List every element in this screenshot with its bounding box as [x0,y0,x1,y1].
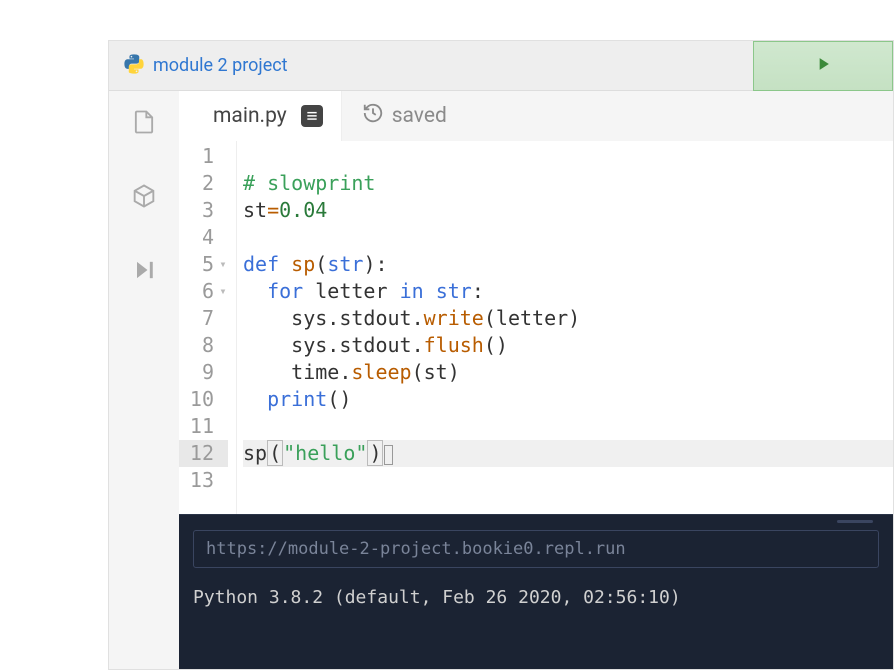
saved-label: saved [392,104,447,128]
body-row: main.py saved 12345▾6▾78910111213 # slow… [109,91,893,669]
header-bar: module 2 project [109,41,893,91]
history-icon [362,102,384,130]
code-line[interactable]: sys.stdout.flush() [243,332,893,359]
code-line[interactable]: # slowprint [243,170,893,197]
code-line[interactable]: sp("hello") [243,440,893,467]
line-number: 7 [179,305,228,332]
terminal-line: Python 3.8.2 (default, Feb 26 2020, 02:5… [193,584,879,612]
terminal-url-input[interactable]: https://module-2-project.bookie0.repl.ru… [193,530,879,568]
line-number: 5▾ [179,251,228,278]
tabs-row: main.py saved [179,91,893,141]
terminal-panel: https://module-2-project.bookie0.repl.ru… [179,514,893,669]
line-number: 1 [179,143,228,170]
saved-status: saved [342,102,447,130]
ide-panel: module 2 project main.py [108,40,894,670]
debugger-icon[interactable] [127,253,161,287]
play-icon [813,54,833,78]
terminal-output[interactable]: Python 3.8.2 (default, Feb 26 2020, 02:5… [179,580,893,616]
file-tab[interactable]: main.py [179,91,342,141]
tab-menu-icon[interactable] [301,105,323,127]
file-tab-label: main.py [213,104,287,128]
run-button[interactable] [753,41,893,91]
code-line[interactable]: time.sleep(st) [243,359,893,386]
line-number: 12 [179,440,228,467]
code-line[interactable]: st=0.04 [243,197,893,224]
code-editor[interactable]: 12345▾6▾78910111213 # slowprintst=0.04de… [179,141,893,514]
python-icon [123,53,145,79]
code-line[interactable] [243,224,893,251]
line-gutter: 12345▾6▾78910111213 [179,141,237,514]
cursor [384,445,393,465]
line-number: 6▾ [179,278,228,305]
left-sidebar [109,91,179,669]
packages-icon[interactable] [127,179,161,213]
code-line[interactable]: for letter in str: [243,278,893,305]
line-number: 3 [179,197,228,224]
code-lines[interactable]: # slowprintst=0.04 def sp(str): for lette… [237,141,893,514]
code-line[interactable] [243,413,893,440]
code-line[interactable]: print() [243,386,893,413]
line-number: 9 [179,359,228,386]
line-number: 2 [179,170,228,197]
terminal-resize-handle[interactable] [179,514,893,528]
files-icon[interactable] [127,105,161,139]
project-name-label: module 2 project [153,55,288,76]
code-line[interactable]: def sp(str): [243,251,893,278]
project-title[interactable]: module 2 project [123,53,288,79]
line-number: 11 [179,413,228,440]
line-number: 4 [179,224,228,251]
line-number: 10 [179,386,228,413]
line-number: 13 [179,467,228,494]
editor-area: main.py saved 12345▾6▾78910111213 # slow… [179,91,893,669]
code-line[interactable]: sys.stdout.write(letter) [243,305,893,332]
line-number: 8 [179,332,228,359]
terminal-url-text: https://module-2-project.bookie0.repl.ru… [206,539,626,559]
code-line[interactable] [243,467,893,494]
code-line[interactable] [243,143,893,170]
